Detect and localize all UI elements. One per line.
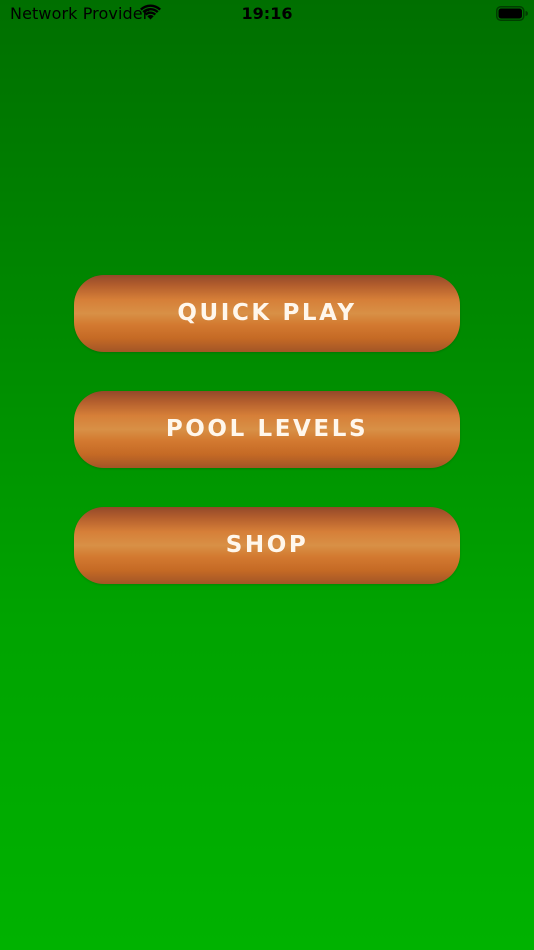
- pool-levels-label: POOL LEVELS: [165, 416, 369, 442]
- main-menu-screen: Network Provider 19:16 QUICK PLAY POOL L…: [0, 0, 534, 950]
- main-menu: QUICK PLAY POOL LEVELS SHOP: [74, 275, 460, 623]
- shop-label: SHOP: [225, 532, 309, 558]
- quick-play-button[interactable]: QUICK PLAY: [74, 275, 460, 352]
- shop-button[interactable]: SHOP: [74, 507, 460, 584]
- battery-icon: [496, 6, 528, 21]
- status-bar: Network Provider 19:16: [0, 0, 534, 28]
- status-time: 19:16: [241, 4, 293, 23]
- quick-play-label: QUICK PLAY: [177, 300, 357, 326]
- pool-levels-button[interactable]: POOL LEVELS: [74, 391, 460, 468]
